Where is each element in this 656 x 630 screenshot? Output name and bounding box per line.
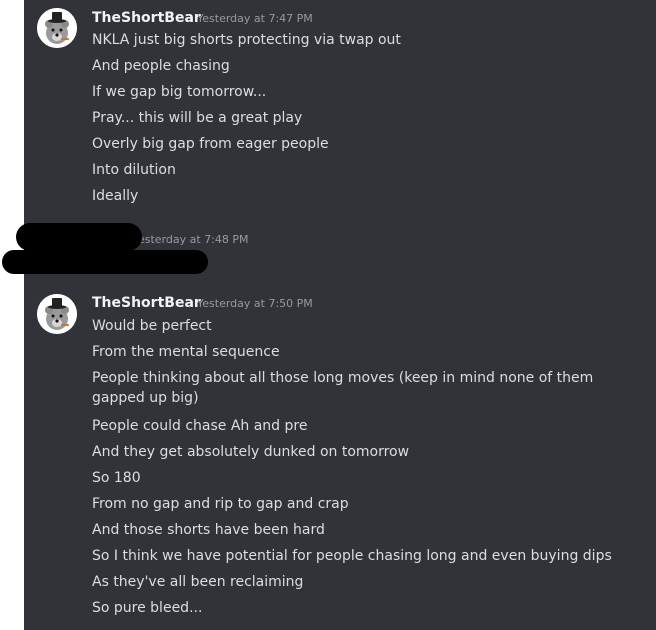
message-timestamp[interactable]: Yesterday at 7:47 PM bbox=[197, 10, 313, 28]
message-line: As they've all been reclaiming bbox=[92, 574, 304, 590]
message-line: NKLA just big shorts protecting via twap… bbox=[92, 32, 401, 48]
message-line: And they get absolutely dunked on tomorr… bbox=[92, 444, 410, 460]
bear-icon bbox=[37, 8, 77, 48]
message-line: So I think we have potential for people … bbox=[92, 548, 612, 564]
message-timestamp[interactable]: esterday at 7:48 PM bbox=[138, 231, 249, 249]
user-avatar[interactable] bbox=[37, 294, 77, 334]
redaction-mark bbox=[2, 250, 208, 274]
message-line: From the mental sequence bbox=[92, 344, 280, 360]
redaction-mark bbox=[16, 223, 142, 251]
message-author[interactable]: TheShortBear bbox=[92, 294, 201, 312]
user-avatar[interactable] bbox=[37, 8, 77, 48]
message-line: Ideally bbox=[92, 188, 139, 204]
message-line: So 180 bbox=[92, 470, 141, 486]
message-line: And people chasing bbox=[92, 58, 230, 74]
message-line: People could chase Ah and pre bbox=[92, 418, 308, 434]
chat-message-list: TheShortBear Yesterday at 7:47 PM NKLA j… bbox=[24, 0, 656, 630]
message-line: So pure bleed... bbox=[92, 600, 203, 616]
message-line: People thinking about all those long mov… bbox=[92, 370, 594, 406]
message-line: If we gap big tomorrow... bbox=[92, 84, 267, 100]
message-line: Pray... this will be a great play bbox=[92, 110, 303, 126]
message-line: And those shorts have been hard bbox=[92, 522, 325, 538]
message-line: Overly big gap from eager people bbox=[92, 136, 329, 152]
message-line: Into dilution bbox=[92, 162, 176, 178]
message-line: Would be perfect bbox=[92, 318, 212, 334]
message-timestamp[interactable]: Yesterday at 7:50 PM bbox=[197, 295, 313, 313]
message-line: From no gap and rip to gap and crap bbox=[92, 496, 349, 512]
message-author[interactable]: TheShortBear bbox=[92, 9, 201, 27]
bear-icon bbox=[37, 294, 77, 334]
